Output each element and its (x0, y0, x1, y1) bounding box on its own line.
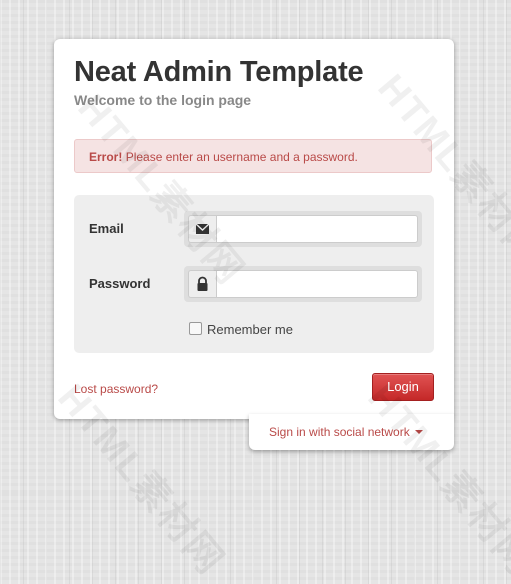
error-alert-title: Error! (89, 150, 123, 164)
error-alert: Error! Please enter an username and a pa… (74, 139, 432, 173)
lock-icon (188, 270, 216, 298)
social-signin-label: Sign in with social network (269, 425, 410, 439)
password-field-group (184, 266, 422, 302)
caret-down-icon (414, 430, 423, 434)
login-form: Email Password Remember me (74, 195, 434, 353)
email-label: Email (89, 221, 124, 236)
page-title: Neat Admin Template (74, 56, 364, 88)
login-button[interactable]: Login (372, 373, 434, 401)
social-signin-dropdown[interactable]: Sign in with social network (249, 414, 454, 450)
error-alert-message: Please enter an username and a password. (125, 150, 358, 164)
envelope-icon (188, 215, 216, 243)
remember-me[interactable]: Remember me (189, 322, 293, 337)
page-subtitle: Welcome to the login page (74, 92, 252, 108)
remember-me-label: Remember me (207, 322, 293, 337)
remember-me-checkbox[interactable] (189, 322, 202, 335)
login-panel: Neat Admin Template Welcome to the login… (54, 39, 454, 419)
lost-password-link[interactable]: Lost password? (74, 382, 158, 396)
password-label: Password (89, 276, 151, 291)
email-field[interactable] (216, 215, 418, 243)
password-field[interactable] (216, 270, 418, 298)
email-field-group (184, 211, 422, 247)
